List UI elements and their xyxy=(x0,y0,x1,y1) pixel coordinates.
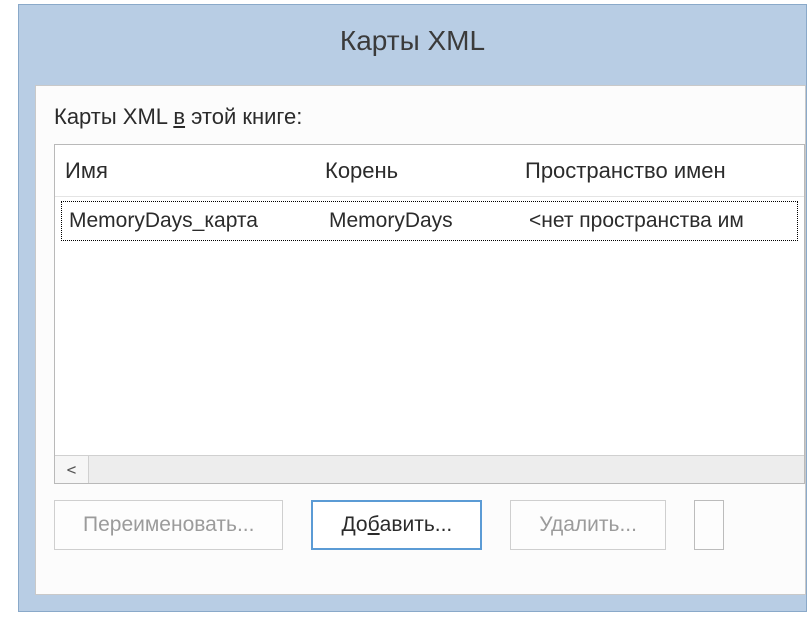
clipped-button[interactable] xyxy=(694,500,724,550)
listbox-header-row: Имя Корень Пространство имен xyxy=(55,145,804,197)
scroll-track[interactable] xyxy=(89,456,804,483)
cell-namespace: <нет пространства им xyxy=(529,209,800,233)
cell-root: MemoryDays xyxy=(329,209,529,233)
add-button-prefix: До xyxy=(341,513,367,537)
listbox-rows: MemoryDays_карта MemoryDays <нет простра… xyxy=(55,197,804,437)
delete-button-label: Удалить... xyxy=(539,513,637,537)
dialog-button-row: Переименовать... Добавить... Удалить... xyxy=(54,500,805,550)
delete-button: Удалить... xyxy=(510,500,666,550)
xml-maps-listbox[interactable]: Имя Корень Пространство имен MemoryDays_… xyxy=(54,144,805,484)
rename-button: Переименовать... xyxy=(54,500,283,550)
xml-maps-dialog: Карты XML Карты XML в этой книге: Имя Ко… xyxy=(18,4,807,612)
table-row[interactable]: MemoryDays_карта MemoryDays <нет простра… xyxy=(59,199,800,243)
list-label: Карты XML в этой книге: xyxy=(54,104,805,130)
add-button-suffix: авить... xyxy=(380,513,453,537)
dialog-client-area: Карты XML в этой книге: Имя Корень Прост… xyxy=(35,85,806,595)
scroll-left-arrow[interactable]: < xyxy=(55,456,89,483)
add-button[interactable]: Добавить... xyxy=(311,500,482,550)
horizontal-scrollbar[interactable]: < xyxy=(55,455,804,483)
column-header-name[interactable]: Имя xyxy=(65,158,325,184)
list-label-prefix: Карты XML xyxy=(54,104,173,129)
rename-button-label: Переименовать... xyxy=(83,513,254,537)
column-header-namespace[interactable]: Пространство имен xyxy=(525,158,804,184)
cell-name: MemoryDays_карта xyxy=(69,209,329,233)
list-label-accelerator: в xyxy=(173,104,185,129)
add-button-accelerator: б xyxy=(368,513,380,537)
dialog-title-text: Карты XML xyxy=(340,25,485,57)
column-header-root[interactable]: Корень xyxy=(325,158,525,184)
dialog-title: Карты XML xyxy=(19,5,806,77)
list-label-suffix: этой книге: xyxy=(185,104,302,129)
